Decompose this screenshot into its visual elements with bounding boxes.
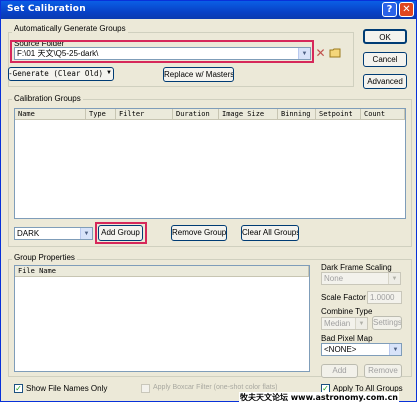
show-file-names-label: Show File Names Only — [26, 384, 108, 393]
chevron-down-icon[interactable]: ▼ — [389, 344, 401, 355]
chevron-down-icon[interactable]: ▼ — [106, 70, 112, 76]
combine-settings-button[interactable]: Settings — [372, 316, 402, 330]
replace-with-masters-button[interactable]: Replace w/ Masters — [163, 67, 234, 82]
combine-type-value: Median — [324, 319, 351, 328]
title-bar: Set Calibration ? ✕ — [1, 1, 416, 19]
advanced-button[interactable]: Advanced — [363, 74, 407, 89]
cancel-button[interactable]: Cancel — [363, 52, 407, 67]
watermark: 牧夫天文论坛 www.astronomy.com.cn — [239, 392, 400, 403]
ok-button[interactable]: OK — [363, 29, 407, 44]
remove-bad-pixel-button[interactable]: Remove — [364, 364, 402, 378]
apply-boxcar-checkbox[interactable] — [141, 384, 150, 393]
column-header-type[interactable]: Type — [86, 109, 116, 120]
calibration-groups-label: Calibration Groups — [12, 94, 83, 103]
bad-pixel-map-combo[interactable]: <NONE> ▼ — [321, 343, 402, 356]
window-title: Set Calibration — [7, 4, 86, 14]
remove-group-button[interactable]: Remove Group — [171, 225, 227, 241]
scale-factor-label: Scale Factor — [321, 293, 366, 302]
close-button[interactable]: ✕ — [399, 2, 414, 17]
dark-frame-scaling-value: None — [324, 274, 344, 283]
chevron-down-icon[interactable]: ▼ — [388, 273, 400, 284]
scale-factor-value: 1.0000 — [370, 293, 395, 302]
add-bad-pixel-button[interactable]: Add — [321, 364, 358, 378]
clear-all-groups-button[interactable]: Clear All Groups — [241, 225, 299, 241]
help-button[interactable]: ? — [382, 2, 397, 17]
calibration-groups-list[interactable]: Name Type Filter Duration Image Size Bin… — [14, 108, 406, 219]
add-group-highlight — [95, 222, 147, 244]
source-folder-highlight — [10, 40, 314, 63]
file-list[interactable]: File Name — [14, 265, 310, 372]
column-header-count[interactable]: Count — [361, 109, 405, 120]
column-header-file-name[interactable]: File Name — [15, 266, 309, 277]
column-header-duration[interactable]: Duration — [173, 109, 219, 120]
combine-type-label: Combine Type — [321, 307, 373, 316]
column-header-binning[interactable]: Binning — [278, 109, 316, 120]
show-file-names-checkbox[interactable]: ✓ — [14, 384, 23, 393]
auto-generate-group-label: Automatically Generate Groups — [12, 24, 128, 33]
scale-factor-input[interactable]: 1.0000 — [367, 291, 402, 304]
chevron-down-icon[interactable]: ▼ — [355, 318, 367, 329]
group-properties-label: Group Properties — [12, 253, 77, 262]
clear-folder-icon[interactable]: ✕ — [314, 47, 327, 60]
set-calibration-dialog: Set Calibration ? ✕ OK Cancel Advanced A… — [0, 0, 417, 403]
column-header-image-size[interactable]: Image Size — [219, 109, 278, 120]
apply-boxcar-label: Apply Boxcar Filter (one-shot color flat… — [153, 384, 278, 391]
chevron-down-icon[interactable]: ▼ — [80, 228, 92, 239]
frame-type-value: DARK — [17, 229, 40, 238]
folder-browse-icon[interactable] — [329, 47, 342, 59]
column-header-filter[interactable]: Filter — [116, 109, 173, 120]
auto-generate-button[interactable]: Auto-Generate (Clear Old) — [8, 67, 114, 81]
bad-pixel-map-value: <NONE> — [324, 345, 357, 354]
dark-frame-scaling-label: Dark Frame Scaling — [321, 263, 392, 272]
frame-type-combo[interactable]: DARK ▼ — [14, 227, 93, 240]
dark-frame-scaling-combo[interactable]: None ▼ — [321, 272, 401, 285]
auto-generate-label: Auto-Generate (Clear Old) — [8, 69, 103, 78]
column-header-setpoint[interactable]: Setpoint — [316, 109, 361, 120]
combine-type-combo[interactable]: Median ▼ — [321, 317, 368, 330]
bad-pixel-map-label: Bad Pixel Map — [321, 334, 373, 343]
column-header-name[interactable]: Name — [15, 109, 86, 120]
